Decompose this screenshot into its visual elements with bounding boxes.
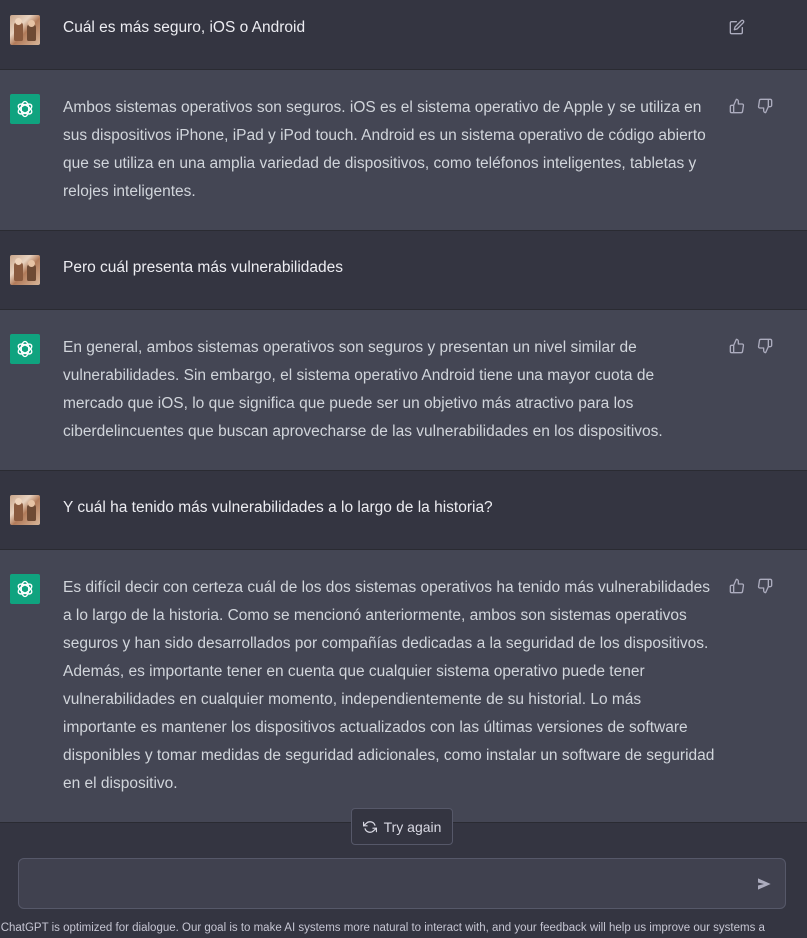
assistant-message: Ambos sistemas operativos son seguros. i…: [0, 70, 807, 231]
user-message: Cuál es más seguro, iOS o Android: [0, 0, 807, 70]
message-text: Ambos sistemas operativos son seguros. i…: [63, 99, 706, 200]
thumbs-down-icon[interactable]: [756, 97, 774, 115]
thumbs-up-icon[interactable]: [728, 97, 746, 115]
thumbs-down-icon[interactable]: [756, 337, 774, 355]
message-text: Es difícil decir con certeza cuál de los…: [63, 579, 715, 792]
try-again-label: Try again: [383, 818, 442, 835]
assistant-avatar: [10, 574, 40, 604]
edit-icon[interactable]: [728, 18, 746, 36]
user-avatar: [10, 255, 40, 285]
user-avatar: [10, 495, 40, 525]
footer-disclaimer: w: ChatGPT is optimized for dialogue. Ou…: [0, 922, 765, 934]
user-message: Y cuál ha tenido más vulnerabilidades a …: [0, 471, 807, 550]
message-input[interactable]: [33, 873, 737, 899]
send-icon: [758, 878, 771, 890]
try-again-button[interactable]: Try again: [351, 808, 453, 845]
openai-logo-icon: [17, 100, 33, 118]
thumbs-up-icon[interactable]: [728, 337, 746, 355]
user-message: Pero cuál presenta más vulnerabilidades: [0, 231, 807, 310]
message-composer: [18, 858, 786, 909]
refresh-icon: [362, 820, 377, 833]
thumbs-up-icon[interactable]: [728, 577, 746, 595]
openai-logo-icon: [17, 580, 33, 598]
message-text: Cuál es más seguro, iOS o Android: [63, 19, 306, 36]
thumbs-down-icon[interactable]: [756, 577, 774, 595]
assistant-avatar: [10, 334, 40, 364]
openai-logo-icon: [17, 340, 33, 358]
assistant-message: Es difícil decir con certeza cuál de los…: [0, 550, 807, 823]
send-button[interactable]: [755, 875, 773, 893]
assistant-message: En general, ambos sistemas operativos so…: [0, 310, 807, 471]
message-text: Pero cuál presenta más vulnerabilidades: [63, 259, 344, 276]
assistant-avatar: [10, 94, 40, 124]
message-text: En general, ambos sistemas operativos so…: [63, 339, 663, 440]
message-text: Y cuál ha tenido más vulnerabilidades a …: [63, 499, 493, 516]
user-avatar: [10, 15, 40, 45]
